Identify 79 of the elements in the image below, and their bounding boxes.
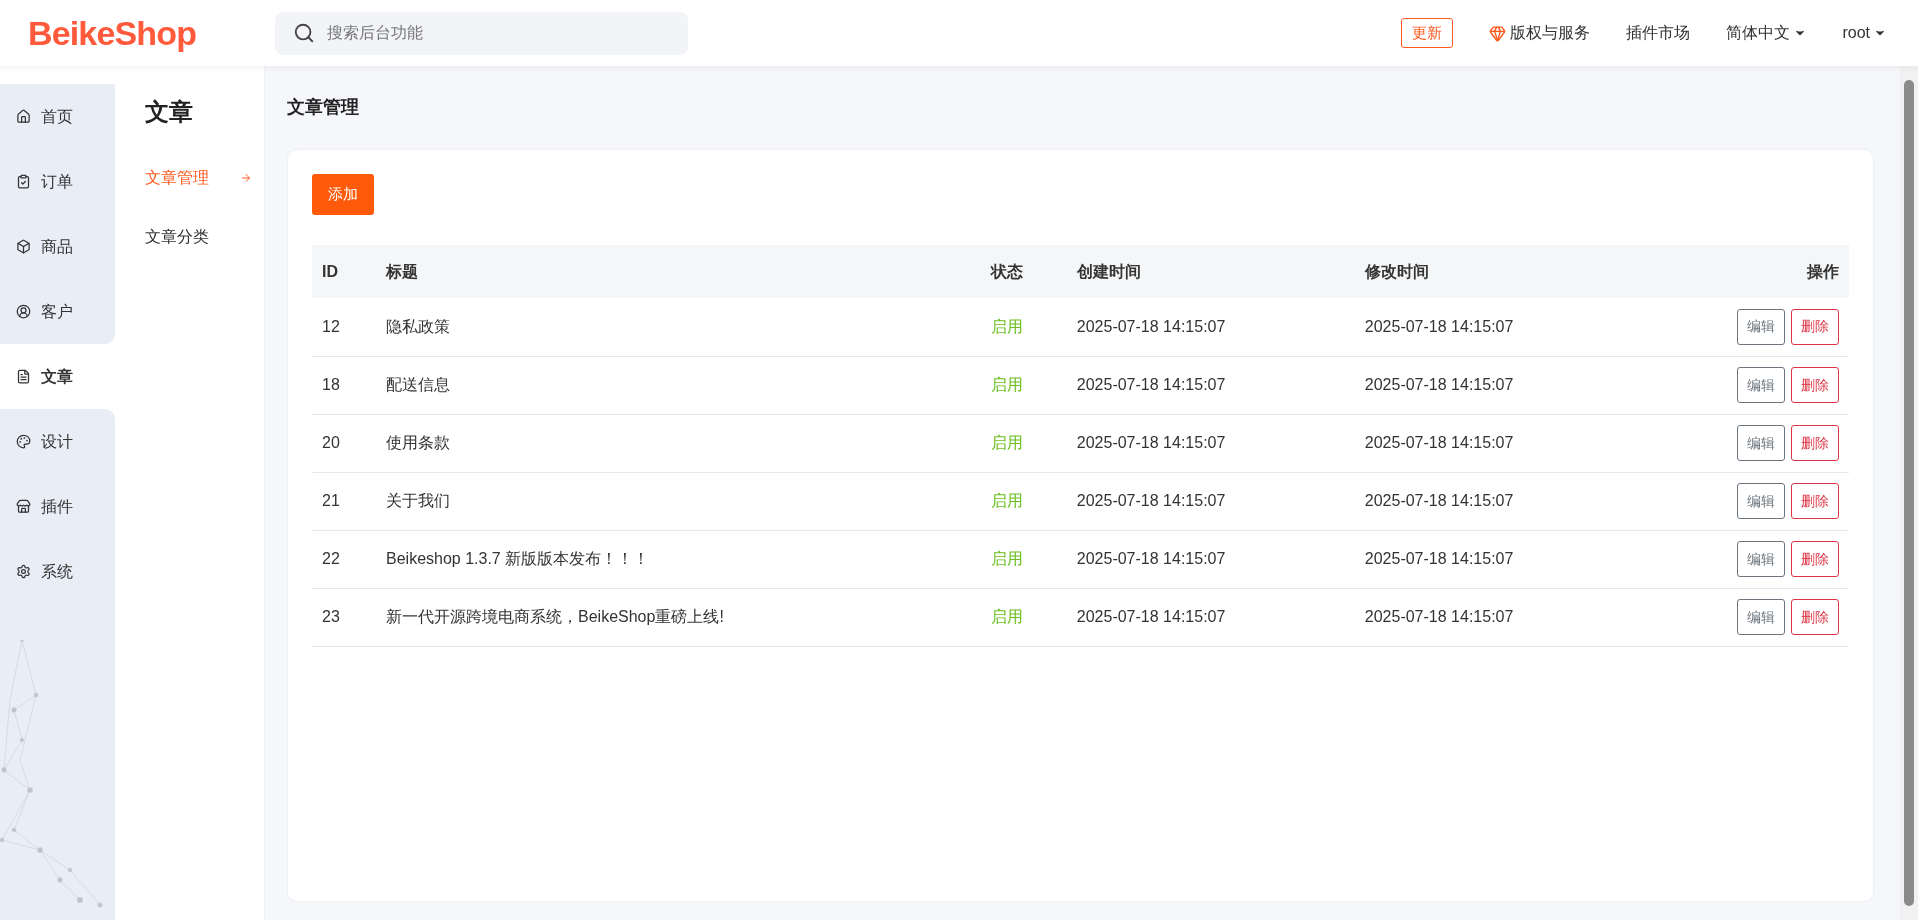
document-icon: [16, 369, 31, 384]
table-cell: 关于我们: [376, 472, 981, 530]
submenu-title: 文章: [145, 97, 194, 127]
table-cell: 2025-07-18 14:15:07: [1066, 298, 1355, 356]
table-cell: 使用条款: [376, 414, 981, 472]
dropdown-link[interactable]: 简体中文: [1726, 21, 1807, 45]
edit-button[interactable]: 编辑: [1737, 308, 1785, 345]
column-header: 操作: [1642, 245, 1849, 298]
sidebar-item[interactable]: 插件: [0, 474, 115, 539]
palette-icon: [16, 434, 31, 449]
table-cell: 配送信息: [376, 356, 981, 414]
clipboard-icon: [16, 174, 31, 189]
status-cell: 启用: [980, 356, 1067, 414]
table-cell: 2025-07-18 14:15:07: [1066, 530, 1355, 588]
nav-link[interactable]: 插件市场: [1626, 21, 1691, 45]
edit-button[interactable]: 编辑: [1737, 483, 1785, 519]
table-cell: 22: [312, 530, 376, 588]
arrow-icon: [240, 171, 252, 184]
table-cell: 隐私政策: [376, 298, 981, 356]
gem-icon: [1489, 24, 1507, 42]
table-cell: 2025-07-18 14:15:07: [1066, 356, 1355, 414]
logo[interactable]: BeikeShop: [0, 7, 275, 59]
table-cell: 2025-07-18 14:15:07: [1066, 472, 1355, 530]
table-cell: 2025-07-18 14:15:07: [1354, 588, 1643, 646]
search-icon: [293, 21, 315, 44]
page-title: 文章管理: [287, 96, 360, 119]
delete-button[interactable]: 删除: [1791, 367, 1839, 403]
table-cell: 2025-07-18 14:15:07: [1354, 414, 1643, 472]
column-header: 标题: [376, 245, 981, 298]
table-cell: 12: [312, 298, 376, 356]
delete-button[interactable]: 删除: [1791, 425, 1839, 461]
delete-button[interactable]: 删除: [1791, 308, 1839, 345]
add-button[interactable]: 添加: [312, 174, 374, 215]
sidebar-item[interactable]: 客户: [0, 279, 115, 344]
dropdown-link[interactable]: root: [1842, 21, 1886, 45]
table-cell: Beikeshop 1.3.7 新版版本发布！！！: [376, 530, 981, 588]
column-header: ID: [312, 245, 376, 298]
home-icon: [16, 109, 31, 124]
box-icon: [16, 239, 31, 254]
table-cell: 20: [312, 414, 376, 472]
sidebar-item[interactable]: 系统: [0, 539, 115, 604]
table-cell: 新一代开源跨境电商系统，BeikeShop重磅上线!: [376, 588, 981, 646]
service-link[interactable]: 版权与服务: [1489, 21, 1591, 45]
sidebar-item[interactable]: 商品: [0, 214, 115, 279]
table-cell: 18: [312, 356, 376, 414]
table-cell: 23: [312, 588, 376, 646]
submenu-item[interactable]: 文章管理: [145, 148, 252, 207]
store-icon: [16, 499, 31, 514]
table-cell: 2025-07-18 14:15:07: [1354, 356, 1643, 414]
sidebar-item[interactable]: 首页: [0, 84, 115, 149]
settings-icon: [16, 564, 31, 579]
table-cell: 21: [312, 472, 376, 530]
table-cell: 2025-07-18 14:15:07: [1354, 472, 1643, 530]
sidebar-item[interactable]: 订单: [0, 149, 115, 214]
table-cell: 2025-07-18 14:15:07: [1066, 588, 1355, 646]
status-cell: 启用: [980, 588, 1067, 646]
edit-button[interactable]: 编辑: [1737, 367, 1785, 403]
delete-button[interactable]: 删除: [1791, 541, 1839, 577]
table-cell: 2025-07-18 14:15:07: [1066, 414, 1355, 472]
search-field[interactable]: 搜索后台功能: [275, 11, 688, 55]
status-cell: 启用: [980, 414, 1067, 472]
submenu-item[interactable]: 文章分类: [145, 207, 252, 266]
user-icon: [16, 304, 31, 319]
update-badge[interactable]: 更新: [1401, 17, 1454, 49]
column-header: 创建时间: [1066, 245, 1355, 298]
sidebar-item[interactable]: 设计: [0, 409, 115, 474]
scrollbar-thumb[interactable]: [1904, 80, 1914, 906]
status-cell: 启用: [980, 472, 1067, 530]
delete-button[interactable]: 删除: [1791, 599, 1839, 635]
table-cell: 2025-07-18 14:15:07: [1354, 530, 1643, 588]
status-cell: 启用: [980, 530, 1067, 588]
edit-button[interactable]: 编辑: [1737, 599, 1785, 635]
edit-button[interactable]: 编辑: [1737, 541, 1785, 577]
column-header: 修改时间: [1354, 245, 1643, 298]
column-header: 状态: [980, 245, 1067, 298]
table-cell: 2025-07-18 14:15:07: [1354, 298, 1643, 356]
status-cell: 启用: [980, 298, 1067, 356]
edit-button[interactable]: 编辑: [1737, 425, 1785, 461]
delete-button[interactable]: 删除: [1791, 483, 1839, 519]
